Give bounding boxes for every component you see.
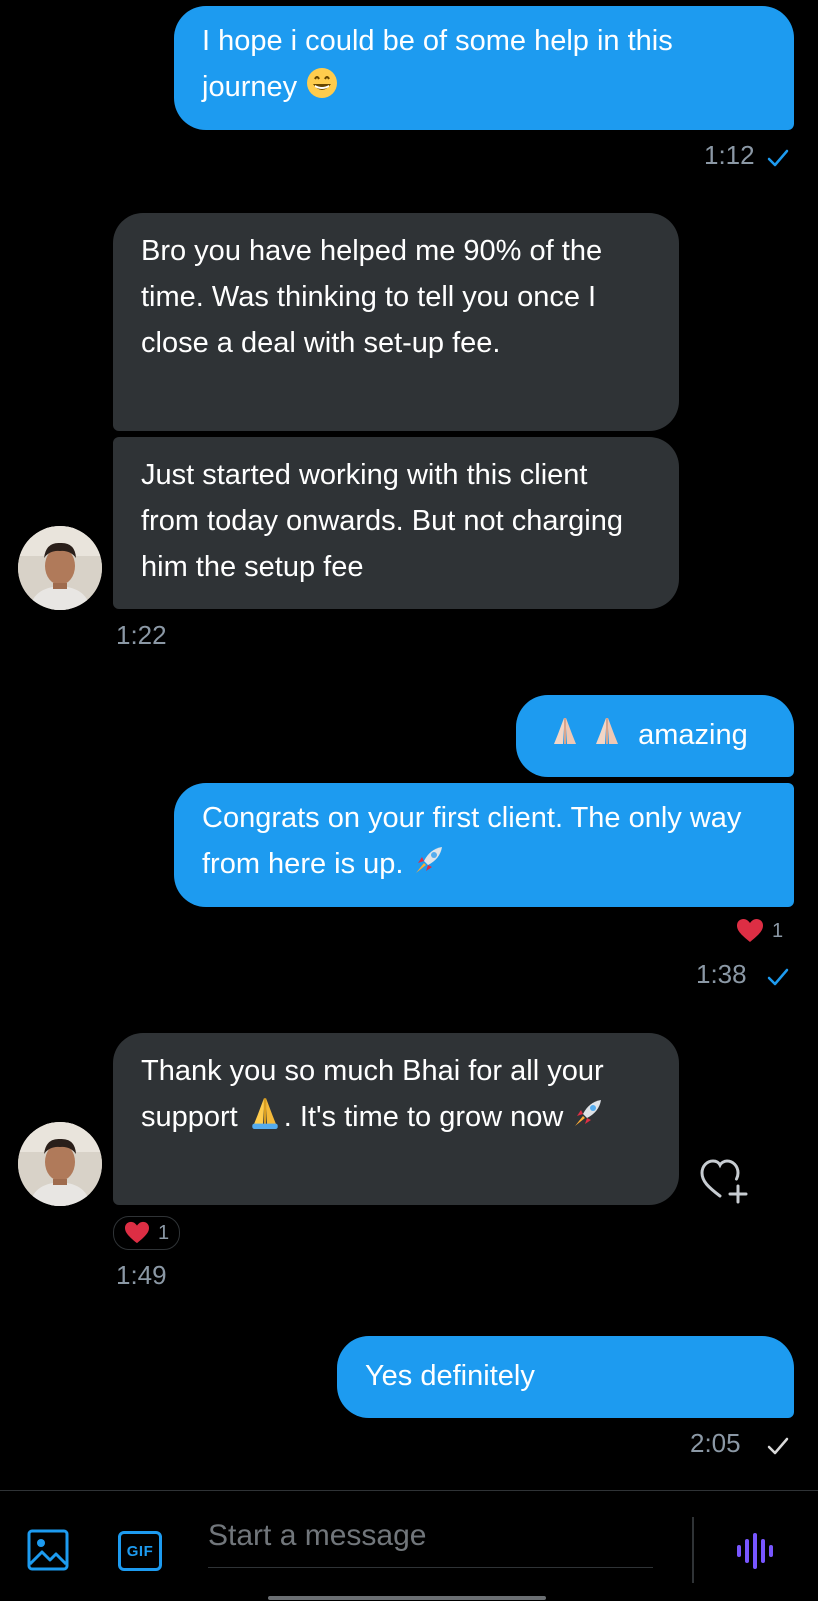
message-text: I hope i could be of some help in this j…	[202, 25, 673, 103]
message-input-placeholder: Start a message	[208, 1519, 427, 1552]
message-text: Just started working with this client fr…	[141, 459, 623, 583]
message-bubble-sent[interactable]: Yes definitely	[337, 1336, 794, 1418]
rocket-emoji	[571, 1096, 605, 1144]
message-input[interactable]: Start a message	[208, 1513, 653, 1568]
grinning-face-emoji	[305, 66, 339, 114]
gif-label: GIF	[126, 1542, 154, 1560]
message-text: Congrats on your first client. The only …	[202, 802, 742, 880]
gif-button[interactable]: GIF	[118, 1531, 162, 1571]
avatar[interactable]	[18, 526, 102, 610]
message-bubble-received[interactable]: Bro you have helped me 90% of the time. …	[113, 213, 679, 431]
message-timestamp: 2:05	[690, 1428, 741, 1458]
folded-hands-emoji	[548, 714, 582, 762]
message-reaction[interactable]: 1	[736, 918, 783, 944]
sent-check-icon	[767, 1437, 789, 1455]
reaction-count: 1	[772, 919, 784, 942]
message-composer: GIF Start a message	[0, 1490, 818, 1601]
avatar[interactable]	[18, 1122, 102, 1206]
message-reaction[interactable]: 1	[113, 1216, 181, 1250]
message-timestamp: 1:49	[116, 1260, 167, 1290]
voice-waveform-icon[interactable]	[734, 1529, 778, 1573]
image-icon[interactable]	[26, 1528, 70, 1572]
message-text: Yes definitely	[365, 1360, 535, 1392]
read-check-icon	[767, 968, 789, 986]
folded-hands-emoji	[246, 1094, 284, 1144]
reaction-count: 1	[158, 1221, 170, 1244]
message-bubble-received[interactable]: Just started working with this client fr…	[113, 437, 679, 609]
message-bubble-received[interactable]: Thank you so much Bhai for all your supp…	[113, 1033, 679, 1205]
message-bubble-sent[interactable]: amazing	[516, 695, 794, 777]
folded-hands-emoji	[590, 714, 624, 762]
message-bubble-sent[interactable]: Congrats on your first client. The only …	[174, 783, 794, 907]
home-indicator	[268, 1596, 546, 1600]
message-text: amazing	[638, 719, 748, 751]
read-check-icon	[767, 149, 789, 167]
message-bubble-sent[interactable]: I hope i could be of some help in this j…	[174, 6, 794, 130]
message-text: Bro you have helped me 90% of the time. …	[141, 235, 603, 359]
rocket-emoji	[412, 843, 446, 891]
message-timestamp: 1:22	[116, 620, 167, 650]
heart-icon	[125, 1221, 149, 1244]
message-timestamp: 1:38	[696, 959, 747, 989]
message-text: . It's time to grow now	[283, 1101, 564, 1133]
composer-divider	[692, 1517, 694, 1583]
add-reaction-icon[interactable]	[698, 1156, 750, 1204]
heart-icon	[737, 919, 763, 942]
message-timestamp: 1:12	[704, 140, 755, 170]
